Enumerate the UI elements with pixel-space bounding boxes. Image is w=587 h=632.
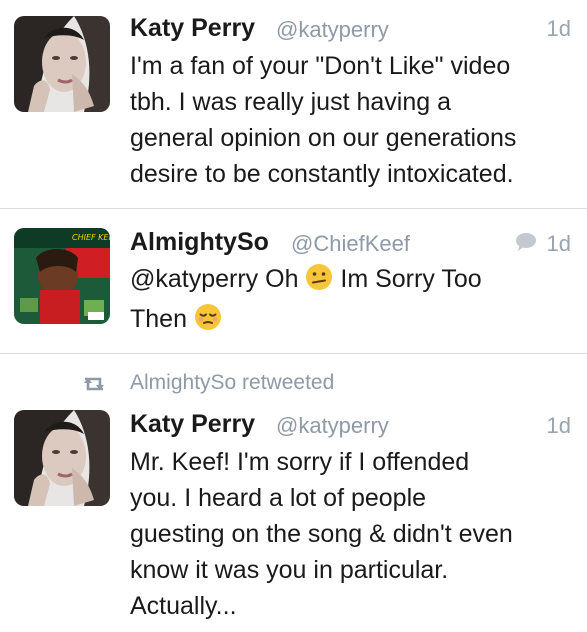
tweet-text-line: you. I heard a lot of people [130,484,427,512]
timestamp: 1d [546,231,571,256]
tweet-3[interactable]: AlmightySo retweeted Katy Perry @katyper… [0,354,587,632]
user-handle[interactable]: @katyperry [276,413,389,439]
tweet-text-segment: @katyperry Oh [130,265,299,293]
tweet-text: Mr. Keef! I'm sorry if I offended you. I… [130,444,575,624]
display-name[interactable]: AlmightySo [130,228,269,257]
pensive-face-emoji-icon [194,303,222,341]
tweet-text-line: tbh. I was really just having a [130,88,451,116]
user-handle[interactable]: @ChiefKeef [291,231,410,257]
retweet-label[interactable]: AlmightySo retweeted [130,371,334,395]
user-handle[interactable]: @katyperry [276,17,389,43]
display-name[interactable]: Katy Perry [130,410,255,439]
tweet-text: @katyperry Oh Im Sorry Too Then [130,261,575,341]
confused-face-emoji-icon [305,263,333,301]
album-cover-icon: CHIEF KEEF [14,228,110,324]
avatar[interactable]: CHIEF KEEF [14,228,110,324]
tweet-text-line: guesting on the song & didn't even [130,520,513,548]
tweet-text-line: desire to be constantly intoxicated. [130,160,514,188]
tweet-text-line: Actually... [130,592,237,620]
avatar[interactable] [14,410,110,506]
tweet-text-segment: Im Sorry Too [340,265,482,293]
katy-perry-portrait-icon [14,410,110,506]
avatar[interactable] [14,16,110,112]
katy-perry-portrait-icon [14,16,110,112]
tweet-2[interactable]: CHIEF KEEF AlmightySo @ChiefKeef 1d @kat… [0,209,587,353]
speech-bubble-icon [516,233,536,251]
album-title: CHIEF KEEF [72,233,110,242]
timestamp: 1d [546,413,571,438]
retweet-context: AlmightySo retweeted [0,370,587,400]
tweet-1[interactable]: Katy Perry @katyperry 1d I'm a fan of yo… [0,0,587,206]
tweet-text-line: general opinion on our generations [130,124,517,152]
tweet-text-segment: Then [130,305,187,333]
display-name[interactable]: Katy Perry [130,14,255,43]
tweet-text-line: Mr. Keef! I'm sorry if I offended [130,448,470,476]
tweet-text-line: I'm a fan of your "Don't Like" video [130,52,511,80]
timestamp: 1d [546,16,571,41]
tweet-text: I'm a fan of your "Don't Like" video tbh… [130,48,575,192]
tweet-text-line: know it was you in particular. [130,556,449,584]
retweet-icon [84,377,104,391]
